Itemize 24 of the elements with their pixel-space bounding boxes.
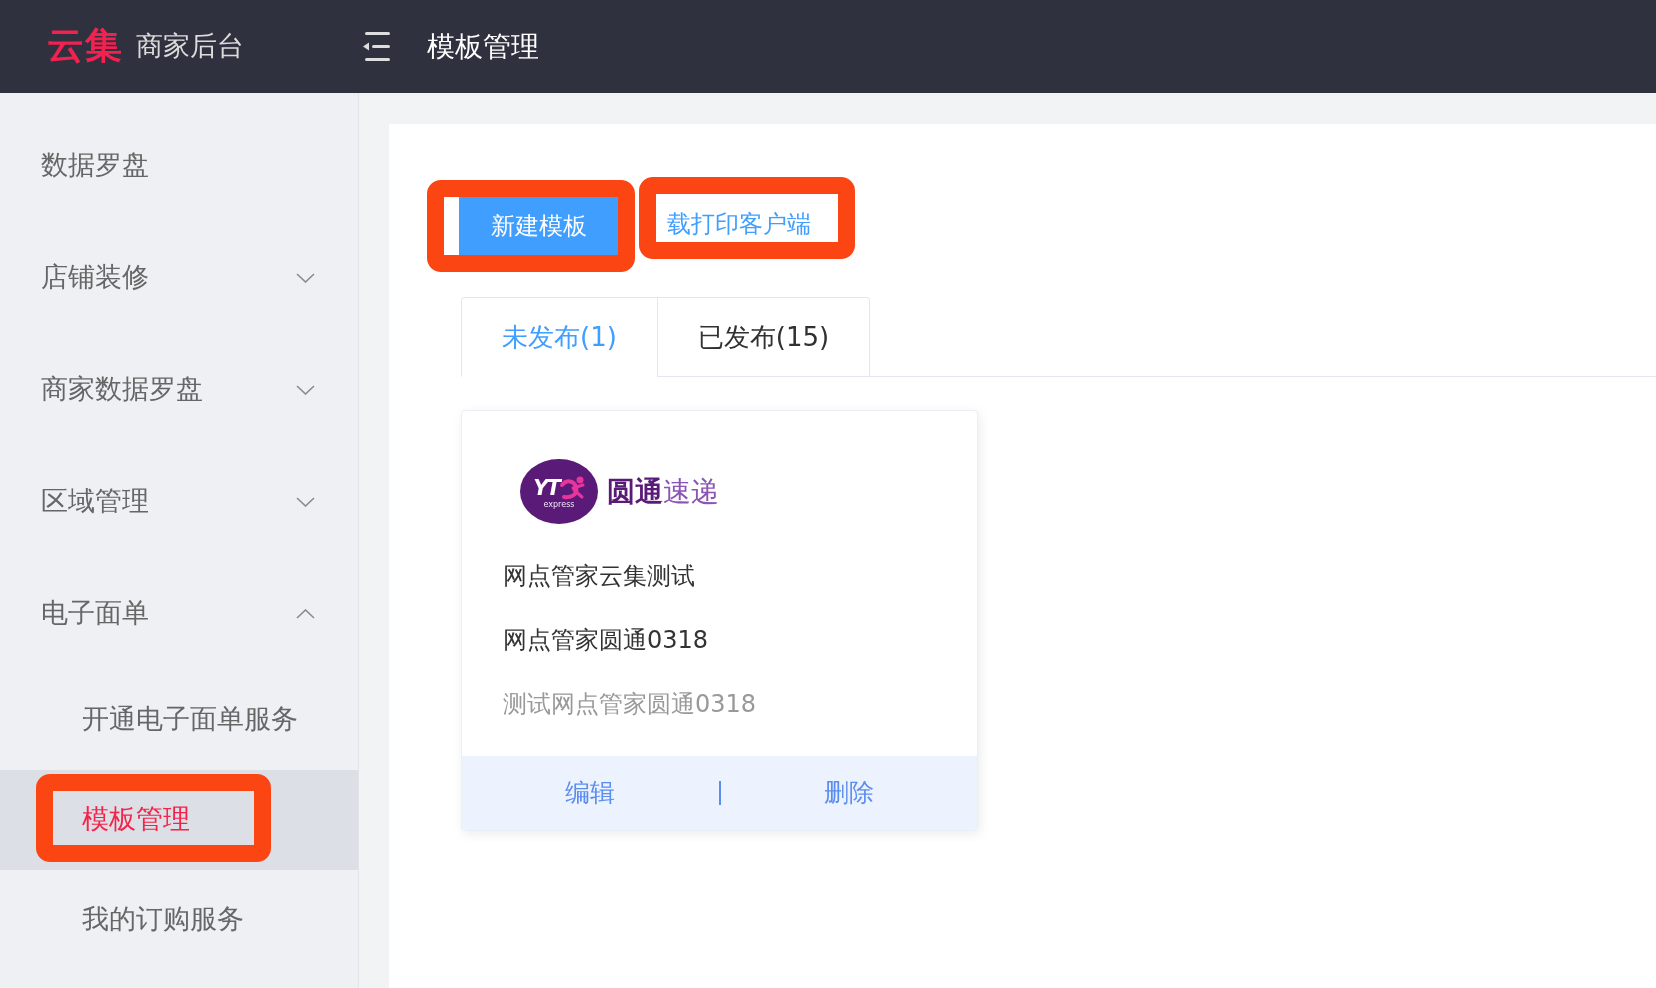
logo-mark-text: YT <box>533 477 559 499</box>
sidebar-item[interactable]: 区域管理 <box>0 446 358 558</box>
sidebar-item[interactable]: 数据罗盘 <box>0 110 358 222</box>
sidebar-item[interactable]: 模板管理 <box>0 770 358 870</box>
brand-logo-text: 云集 <box>47 24 123 69</box>
page-title: 模板管理 <box>427 29 539 64</box>
brand-subtitle: 商家后台 <box>136 30 244 63</box>
template-name-text: 网点管家云集测试 <box>503 561 695 592</box>
tab[interactable]: 已发布(15) <box>656 297 871 377</box>
sidebar-item[interactable]: 开通电子面单服务 <box>0 670 358 770</box>
sidebar-item[interactable]: 商家数据罗盘 <box>0 334 358 446</box>
edit-button[interactable]: 编辑 <box>565 776 616 810</box>
download-client-link[interactable]: 载打印客户端 <box>667 209 811 241</box>
sidebar-item[interactable]: 店铺装修 <box>0 222 358 334</box>
template-note-text: 测试网点管家圆通0318 <box>503 689 757 720</box>
sidebar-item[interactable]: 电子面单 <box>0 558 358 670</box>
courier-name-text: 圆通速递 <box>607 474 719 509</box>
template-name-text: 网点管家圆通0318 <box>503 625 709 656</box>
tab[interactable]: 未发布(1) <box>461 297 658 377</box>
logo-tagline: express <box>543 501 575 509</box>
new-template-button[interactable]: 新建模板 <box>459 197 618 255</box>
delete-button[interactable]: 删除 <box>823 776 874 810</box>
menu-icon[interactable] <box>363 32 390 61</box>
sidebar-item[interactable]: 我的订购服务 <box>0 870 358 970</box>
